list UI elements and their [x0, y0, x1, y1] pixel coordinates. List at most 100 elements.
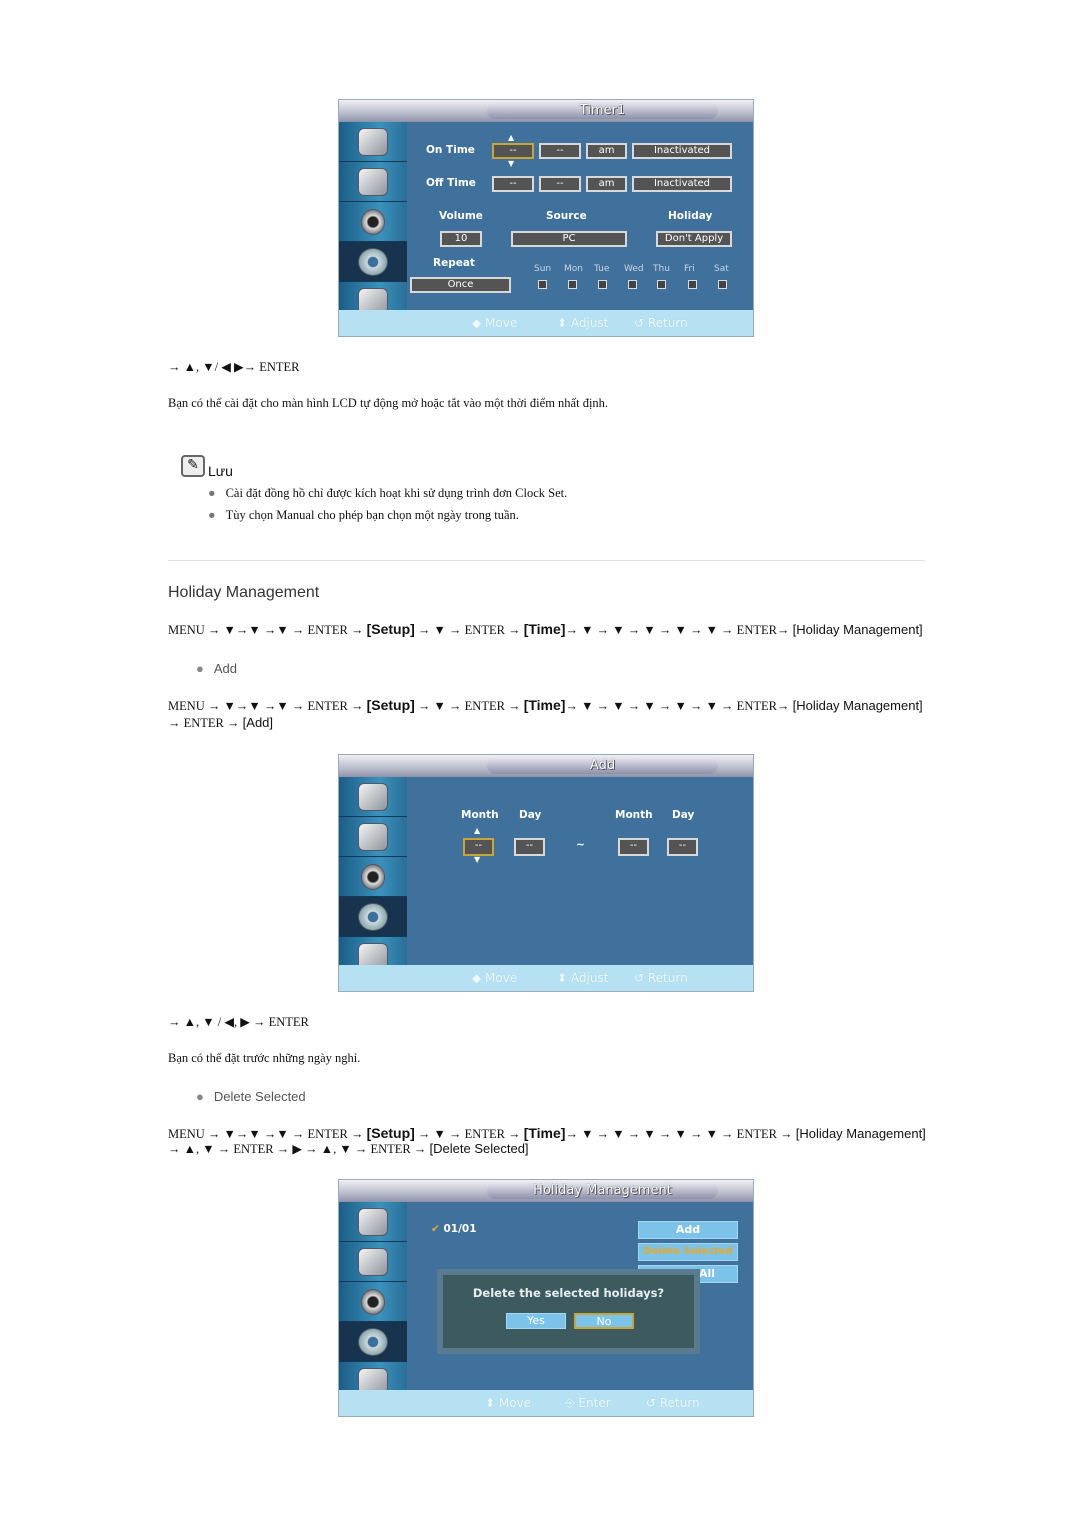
path-segment: [Time] [523, 621, 566, 637]
adjust-icon: ⬍ [557, 971, 571, 985]
sidebar-item-input[interactable] [339, 1202, 407, 1242]
off-time-minute[interactable]: -- [539, 176, 581, 192]
yes-button[interactable]: Yes [506, 1313, 566, 1329]
end-day-field[interactable]: -- [667, 838, 698, 856]
day-checkbox[interactable] [568, 280, 577, 289]
volume-label: Volume [439, 210, 483, 222]
note-item: ● Cài đặt đồng hồ chỉ được kích hoạt khi … [208, 486, 568, 500]
add-description: Bạn có thể đặt trước những ngày nghỉ. [168, 1051, 361, 1065]
footer-return[interactable]: ↺ Return [634, 316, 688, 330]
enter-icon: ⎆ [565, 1396, 579, 1410]
range-separator: ~ [576, 839, 585, 851]
day-checkbox[interactable] [538, 280, 547, 289]
day-checkbox[interactable] [628, 280, 637, 289]
footer-move: ⬍ Move [485, 1396, 531, 1410]
add-screen: Add Month Day Month Day ▲ ▼ -- -- ~ -- -… [338, 754, 754, 992]
return-label: Return [659, 1396, 700, 1410]
off-time-status[interactable]: Inactivated [632, 176, 732, 192]
footer-return[interactable]: ↺ Return [634, 971, 688, 985]
sidebar-item-picture[interactable] [339, 1242, 407, 1282]
no-button[interactable]: No [574, 1313, 634, 1329]
picture-icon [358, 1247, 388, 1276]
bullet-delete-selected: ● Delete Selected [196, 1089, 306, 1104]
sidebar-item-setup[interactable] [339, 897, 407, 937]
sidebar-item-sound[interactable] [339, 202, 407, 242]
end-month-field[interactable]: -- [618, 838, 649, 856]
check-icon: ✔ [431, 1223, 440, 1235]
sidebar-item-input[interactable] [339, 122, 407, 162]
adjust-icon: ⬍ [557, 316, 571, 330]
footer-adjust: ⬍ Adjust [557, 971, 608, 985]
plug-icon [358, 127, 388, 156]
footer-move: ◆ Move [472, 971, 517, 985]
move-label: Move [498, 1396, 532, 1410]
menu-path: MENU → ▼→▼ →▼ → ENTER → [Setup] → ▼ → EN… [168, 1125, 926, 1142]
return-icon: ↺ [634, 971, 648, 985]
repeat-field[interactable]: Once [410, 277, 511, 293]
footer-enter: ⎆ Enter [565, 1396, 611, 1411]
bullet-add: ● Add [196, 661, 237, 676]
source-field[interactable]: PC [511, 231, 627, 247]
timer-screen: Timer1 ▲ ▼ On Time -- -- am Inactivated … [338, 99, 754, 337]
day-label: Sat [714, 264, 729, 274]
path-segment: [Setup] [366, 697, 415, 713]
path-segment: → ▲, ▼ → ENTER → ▶ → ▲, ▼ → ENTER → [168, 1142, 430, 1156]
on-time-hour[interactable]: -- [492, 143, 534, 159]
sidebar [339, 1202, 407, 1402]
day-label: Tue [594, 264, 610, 274]
timer-description: Bạn có thể cài đặt cho màn hình LCD tự đ… [168, 396, 609, 410]
start-day-field[interactable]: -- [514, 838, 545, 856]
sidebar-item-picture[interactable] [339, 162, 407, 202]
holiday-field[interactable]: Don't Apply [656, 231, 732, 247]
path-segment: MENU → ▼→▼ →▼ → ENTER → [168, 623, 367, 637]
holiday-entry[interactable]: ✔ 01/01 [431, 1223, 477, 1235]
on-time-ampm[interactable]: am [586, 143, 627, 159]
day-label: Thu [653, 264, 670, 274]
start-day-label: Day [519, 809, 542, 821]
holiday-management-screen: Holiday Management ✔ 01/01 Add Delete Se… [338, 1179, 754, 1417]
screen-title: Holiday Management [487, 1182, 718, 1199]
footer-bar [339, 965, 753, 991]
on-time-label: On Time [426, 144, 475, 156]
delete-selected-button[interactable]: Delete Selected [638, 1243, 738, 1261]
path-segment: [Holiday Management] [792, 698, 923, 713]
down-arrow-icon: ▼ [508, 159, 515, 168]
on-time-minute[interactable]: -- [539, 143, 581, 159]
repeat-label: Repeat [433, 257, 475, 269]
day-label: Mon [564, 264, 583, 274]
day-checkbox[interactable] [688, 280, 697, 289]
footer-move: ◆ Move [472, 316, 517, 330]
path-segment: [Holiday Management] [795, 1126, 926, 1141]
sidebar-item-input[interactable] [339, 777, 407, 817]
start-month-field[interactable]: -- [463, 838, 494, 856]
enter-label: Enter [578, 1396, 611, 1410]
add-button[interactable]: Add [638, 1221, 738, 1239]
speaker-icon [361, 863, 385, 890]
menu-path: MENU → ▼→▼ →▼ → ENTER → [Setup] → ▼ → EN… [168, 697, 923, 714]
return-icon: ↺ [634, 316, 648, 330]
day-checkbox[interactable] [598, 280, 607, 289]
off-time-label: Off Time [426, 177, 476, 189]
footer-adjust: ⬍ Adjust [557, 316, 608, 330]
gear-icon [358, 1327, 388, 1356]
picture-icon [358, 822, 388, 851]
path-segment: [Time] [523, 1125, 566, 1141]
up-arrow-icon: ▲ [508, 133, 515, 142]
day-label: Fri [684, 264, 695, 274]
path-segment: → ▼ → ENTER → [414, 1127, 524, 1141]
menu-path: → ▲, ▼ → ENTER → ▶ → ▲, ▼ → ENTER → [Del… [168, 1141, 529, 1157]
off-time-ampm[interactable]: am [586, 176, 627, 192]
sidebar-item-sound[interactable] [339, 1282, 407, 1322]
off-time-hour[interactable]: -- [492, 176, 534, 192]
sidebar-item-picture[interactable] [339, 817, 407, 857]
sidebar-item-setup[interactable] [339, 242, 407, 282]
path-segment: → ▼ → ▼ → ▼ → ▼ → ▼ → ENTER→ [565, 623, 793, 637]
on-time-status[interactable]: Inactivated [632, 143, 732, 159]
day-checkbox[interactable] [657, 280, 666, 289]
footer-return[interactable]: ↺ Return [646, 1396, 700, 1410]
screen-title: Timer1 [487, 102, 718, 119]
sidebar-item-setup[interactable] [339, 1322, 407, 1362]
day-checkbox[interactable] [718, 280, 727, 289]
volume-field[interactable]: 10 [440, 231, 482, 247]
sidebar-item-sound[interactable] [339, 857, 407, 897]
